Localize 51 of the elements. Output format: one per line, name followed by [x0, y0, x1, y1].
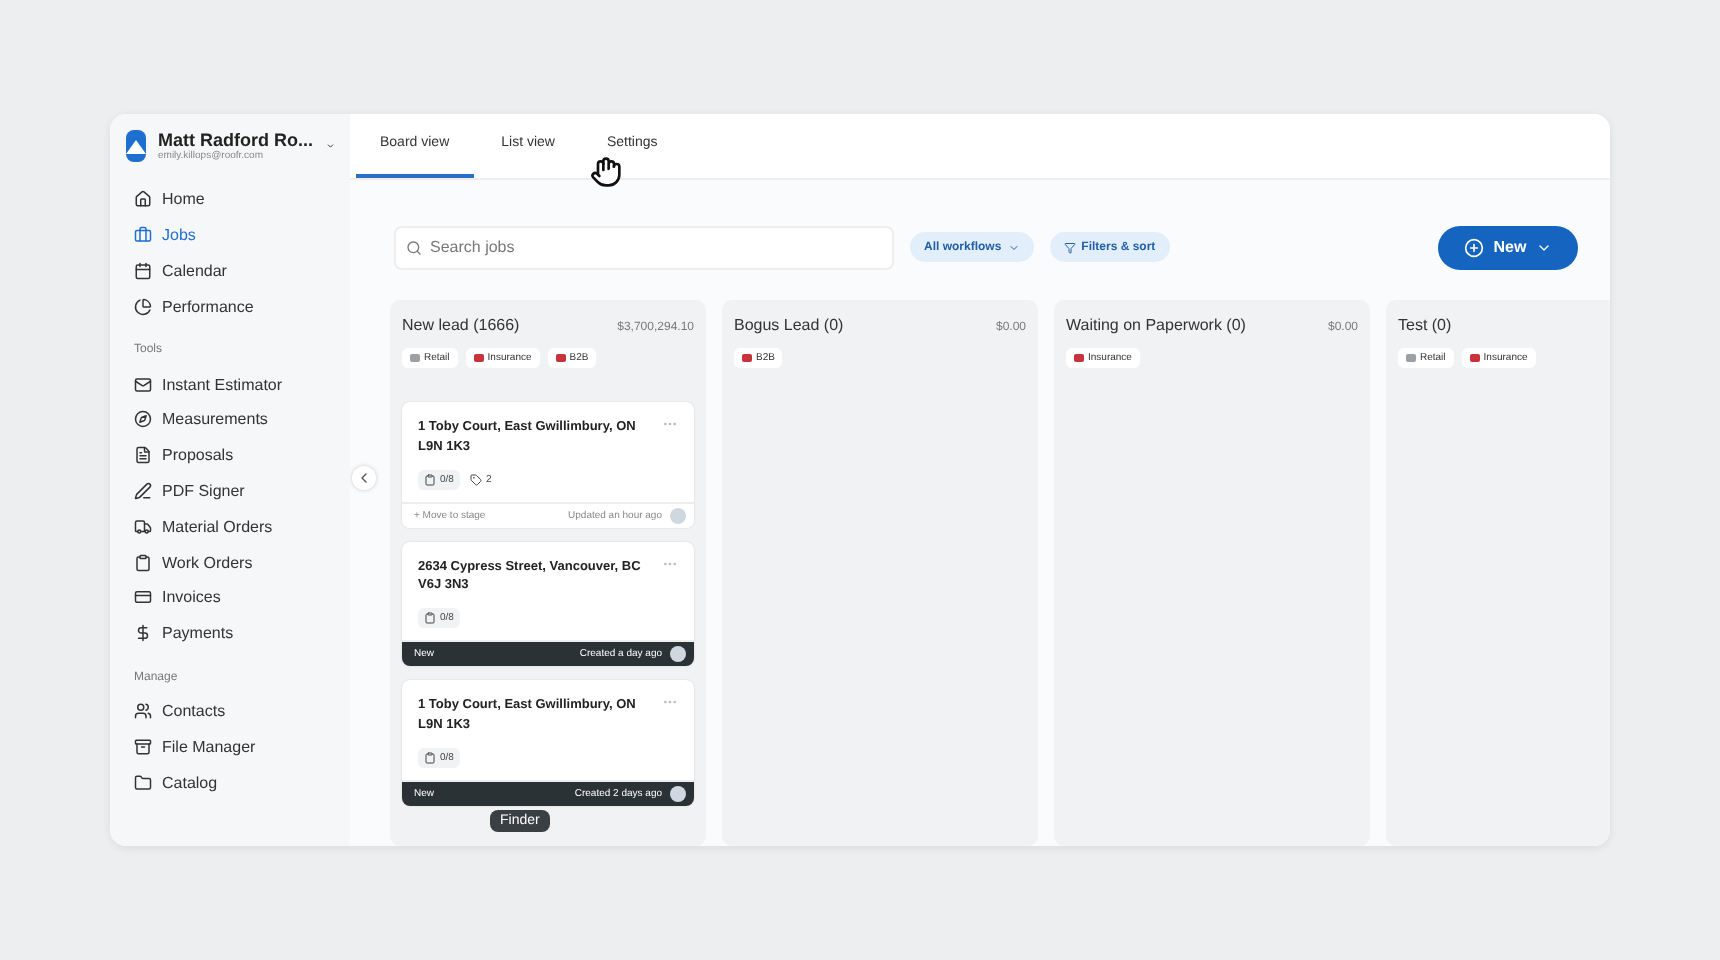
nav-item[interactable]: Contacts	[110, 693, 350, 729]
nav-item[interactable]: Performance	[110, 288, 350, 325]
column-title: New lead (1666)	[402, 316, 520, 334]
clipboard-icon	[424, 612, 436, 624]
dollar-icon	[134, 624, 152, 643]
compass-icon	[134, 410, 152, 429]
chevron-down-icon	[1007, 241, 1020, 253]
calendar-icon	[134, 261, 152, 280]
pie-chart-icon	[134, 297, 152, 316]
column-title: Waiting on Paperwork (0)	[1066, 316, 1246, 334]
document-icon	[134, 446, 152, 465]
search-field[interactable]: Search jobs	[394, 225, 894, 269]
clipboard-icon	[424, 751, 436, 763]
column-title: Test (0)	[1398, 316, 1452, 334]
nav-item[interactable]: Calendar	[110, 253, 350, 289]
nav-item[interactable]: Proposals	[110, 437, 350, 474]
nav-item[interactable]: Home	[110, 182, 350, 218]
nav-item[interactable]: PDF Signer	[110, 473, 350, 509]
chevron-left-icon	[356, 470, 372, 486]
search-icon	[406, 239, 422, 255]
logo-icon	[126, 130, 146, 162]
people-icon	[134, 701, 152, 720]
filter-icon	[1063, 241, 1076, 253]
avatar	[670, 785, 686, 801]
clipboard-icon	[424, 473, 436, 485]
account-name: Matt Radford Ro...	[158, 130, 313, 150]
new-button[interactable]: New	[1438, 225, 1578, 269]
nav-item[interactable]: Measurements	[110, 401, 350, 438]
chevron-down-icon[interactable]	[325, 138, 334, 154]
nav-item[interactable]: File Manager	[110, 728, 350, 765]
envelope-icon	[134, 375, 152, 394]
card-icon	[134, 588, 152, 607]
nav-item[interactable]: Payments	[110, 615, 350, 652]
folder-icon	[134, 773, 152, 792]
clipboard-icon	[134, 553, 152, 572]
avatar	[670, 646, 686, 662]
nav-item[interactable]: Invoices	[110, 579, 350, 616]
plus-icon	[1463, 237, 1484, 257]
nav-item[interactable]: Instant Estimator	[110, 366, 350, 402]
tag-icon	[469, 473, 482, 485]
nav-item[interactable]: Catalog	[110, 764, 350, 800]
nav-item[interactable]: Material Orders	[110, 508, 350, 545]
pen-icon	[134, 481, 152, 500]
home-icon	[134, 190, 152, 209]
truck-icon	[134, 517, 152, 536]
archive-icon	[134, 737, 152, 756]
column-title: Bogus Lead (0)	[734, 316, 844, 334]
briefcase-icon	[134, 226, 152, 245]
nav-item[interactable]: Work Orders	[110, 544, 350, 580]
collapse-button[interactable]	[352, 466, 376, 490]
avatar	[670, 507, 686, 523]
